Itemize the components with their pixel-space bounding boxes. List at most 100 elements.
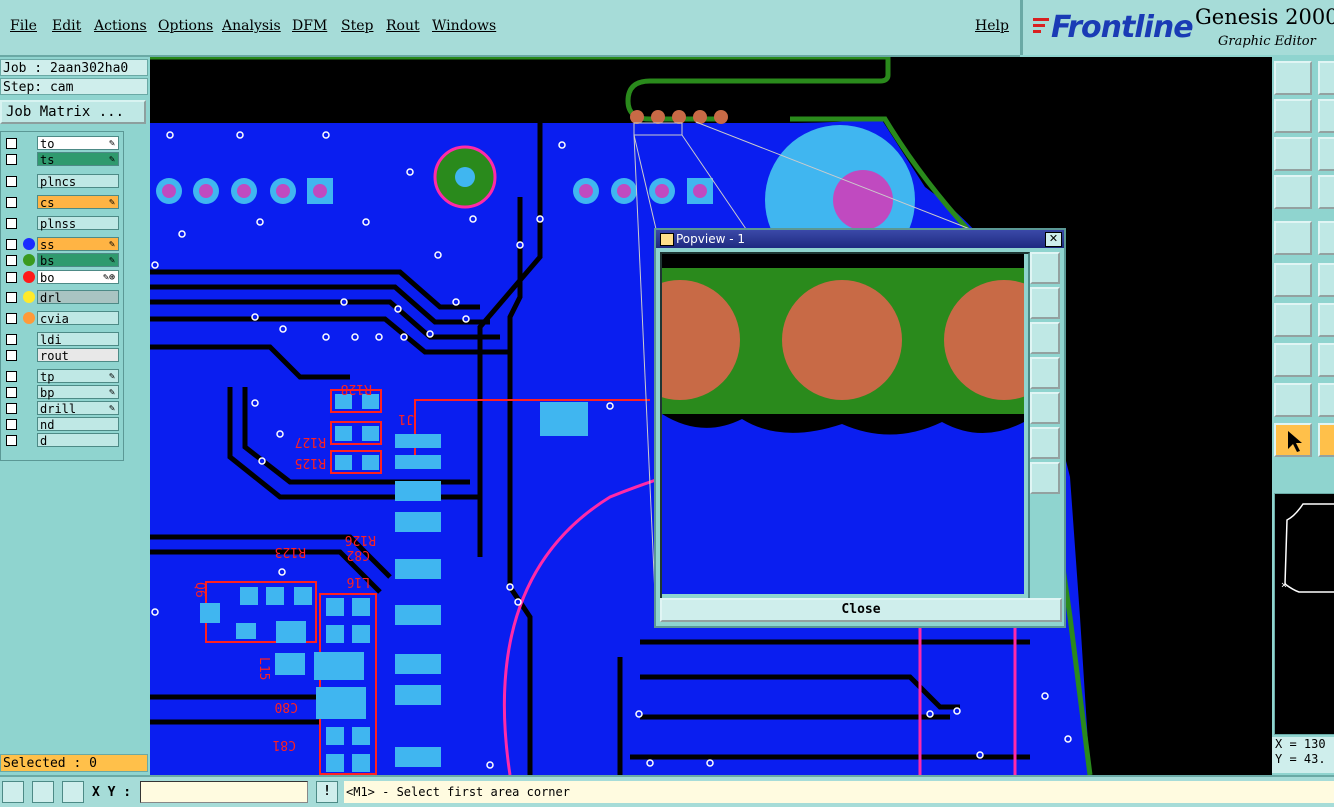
layer-checkbox[interactable] — [6, 387, 17, 398]
layer-name[interactable]: cvia — [37, 311, 119, 326]
layer-row-plncs[interactable]: plncs — [3, 174, 121, 189]
layer-name[interactable]: drill ✎ — [37, 401, 119, 416]
menu-actions[interactable]: Actions — [94, 18, 147, 34]
layer-checkbox[interactable] — [6, 403, 17, 414]
tool-pan-right-button[interactable] — [1318, 99, 1334, 133]
label-r128: R128 — [341, 381, 372, 396]
popview-tool-1-button[interactable] — [1030, 252, 1060, 284]
layer-checkbox[interactable] — [6, 419, 17, 430]
minimap[interactable]: × — [1274, 493, 1334, 735]
menu-windows[interactable]: Windows — [432, 18, 496, 34]
popview-tool-6-button[interactable] — [1030, 427, 1060, 459]
tool-angle-button[interactable] — [1318, 383, 1334, 417]
menu-rout[interactable]: Rout — [386, 18, 420, 34]
layer-checkbox[interactable] — [6, 272, 17, 283]
layer-checkbox[interactable] — [6, 239, 17, 250]
tool-select-button[interactable] — [1274, 221, 1312, 255]
layer-name[interactable]: plncs — [37, 174, 119, 189]
tool-pan-left-button[interactable] — [1274, 99, 1312, 133]
xy-input[interactable] — [140, 781, 308, 803]
menu-options[interactable]: Options — [158, 18, 213, 34]
layer-name[interactable]: ss ✎ — [37, 237, 119, 252]
tool-minus-button[interactable] — [1318, 343, 1334, 377]
layer-name[interactable]: nd — [37, 417, 119, 432]
menu-file[interactable]: File — [10, 18, 37, 34]
menu-dfm[interactable]: DFM — [292, 18, 327, 34]
tool-pointer-button[interactable] — [1274, 423, 1312, 457]
layer-name[interactable]: ldi — [37, 332, 119, 347]
resize-icon[interactable] — [2, 781, 24, 803]
tool-draw-button[interactable] — [1274, 303, 1312, 337]
layer-row-rout[interactable]: rout — [3, 348, 121, 363]
layer-checkbox[interactable] — [6, 255, 17, 266]
layer-checkbox[interactable] — [6, 313, 17, 324]
layer-checkbox[interactable] — [6, 350, 17, 361]
popview-canvas[interactable] — [620, 252, 1064, 600]
layer-row-cs[interactable]: cs ✎ — [3, 195, 121, 210]
tool-snap-button[interactable] — [1318, 175, 1334, 209]
popview-tool-7-button[interactable] — [1030, 462, 1060, 494]
layer-checkbox[interactable] — [6, 292, 17, 303]
popview-title-bar[interactable]: Popview - 1 ✕ — [656, 230, 1064, 248]
menu-help[interactable]: Help — [975, 18, 1009, 34]
grid-icon[interactable] — [62, 781, 84, 803]
layer-row-to[interactable]: to ✎ — [3, 136, 121, 151]
layer-name[interactable]: rout — [37, 348, 119, 363]
tool-pad-button[interactable] — [1274, 343, 1312, 377]
layer-checkbox[interactable] — [6, 176, 17, 187]
layer-checkbox[interactable] — [6, 154, 17, 165]
snap-angle-icon[interactable] — [32, 781, 54, 803]
menu-analysis[interactable]: Analysis — [222, 18, 281, 34]
layer-row-bp[interactable]: bp ✎ — [3, 385, 121, 400]
layer-name[interactable]: tp ✎ — [37, 369, 119, 384]
layer-row-cvia[interactable]: cvia — [3, 311, 121, 326]
layer-row-ldi[interactable]: ldi — [3, 332, 121, 347]
layer-row-nd[interactable]: nd — [3, 417, 121, 432]
job-matrix-button[interactable]: Job Matrix ... — [0, 100, 146, 124]
popview-tool-3-button[interactable] — [1030, 322, 1060, 354]
layer-name[interactable]: cs ✎ — [37, 195, 119, 210]
tool-connect-button[interactable] — [1274, 263, 1312, 297]
popview-tool-4-button[interactable] — [1030, 357, 1060, 389]
layer-edit-icon: ✎ — [108, 154, 115, 165]
popview-close-button[interactable]: Close — [660, 598, 1062, 622]
layer-checkbox[interactable] — [6, 334, 17, 345]
popview-tool-2-button[interactable] — [1030, 287, 1060, 319]
tool-warning-button[interactable] — [1274, 383, 1312, 417]
layer-row-d[interactable]: d — [3, 433, 121, 448]
menu-edit[interactable]: Edit — [52, 18, 81, 34]
layer-name[interactable]: plnss — [37, 216, 119, 231]
layer-row-bs[interactable]: bs ✎ — [3, 253, 121, 268]
layer-name[interactable]: bo ✎⊕ — [37, 270, 119, 285]
tool-delete-button[interactable] — [1318, 263, 1334, 297]
menu-step[interactable]: Step — [341, 18, 373, 34]
tool-area-select-button[interactable] — [1318, 423, 1334, 457]
layer-name[interactable]: drl — [37, 290, 119, 305]
layer-row-drill[interactable]: drill ✎ — [3, 401, 121, 416]
layer-name[interactable]: d — [37, 433, 119, 448]
layer-row-bo[interactable]: bo ✎⊕ — [3, 270, 121, 285]
layer-name[interactable]: ts ✎ — [37, 152, 119, 167]
tool-line-button[interactable] — [1318, 221, 1334, 255]
layer-row-ts[interactable]: ts ✎ — [3, 152, 121, 167]
tool-fit-button[interactable] — [1274, 137, 1312, 171]
tool-measure-button[interactable] — [1274, 175, 1312, 209]
popview-tool-5-button[interactable] — [1030, 392, 1060, 424]
layer-name[interactable]: bp ✎ — [37, 385, 119, 400]
close-icon[interactable]: ✕ — [1045, 232, 1062, 247]
layer-row-tp[interactable]: tp ✎ — [3, 369, 121, 384]
tool-zoom-home-button[interactable] — [1274, 61, 1312, 95]
tool-draw-2-button[interactable] — [1318, 303, 1334, 337]
tool-zoom-in-button[interactable] — [1318, 61, 1334, 95]
layer-row-plnss[interactable]: plnss — [3, 216, 121, 231]
tool-fit-2-button[interactable] — [1318, 137, 1334, 171]
layer-checkbox[interactable] — [6, 138, 17, 149]
layer-checkbox[interactable] — [6, 218, 17, 229]
layer-checkbox[interactable] — [6, 197, 17, 208]
layer-row-ss[interactable]: ss ✎ — [3, 237, 121, 252]
layer-name[interactable]: bs ✎ — [37, 253, 119, 268]
layer-name[interactable]: to ✎ — [37, 136, 119, 151]
layer-checkbox[interactable] — [6, 371, 17, 382]
layer-row-drl[interactable]: drl — [3, 290, 121, 305]
layer-checkbox[interactable] — [6, 435, 17, 446]
